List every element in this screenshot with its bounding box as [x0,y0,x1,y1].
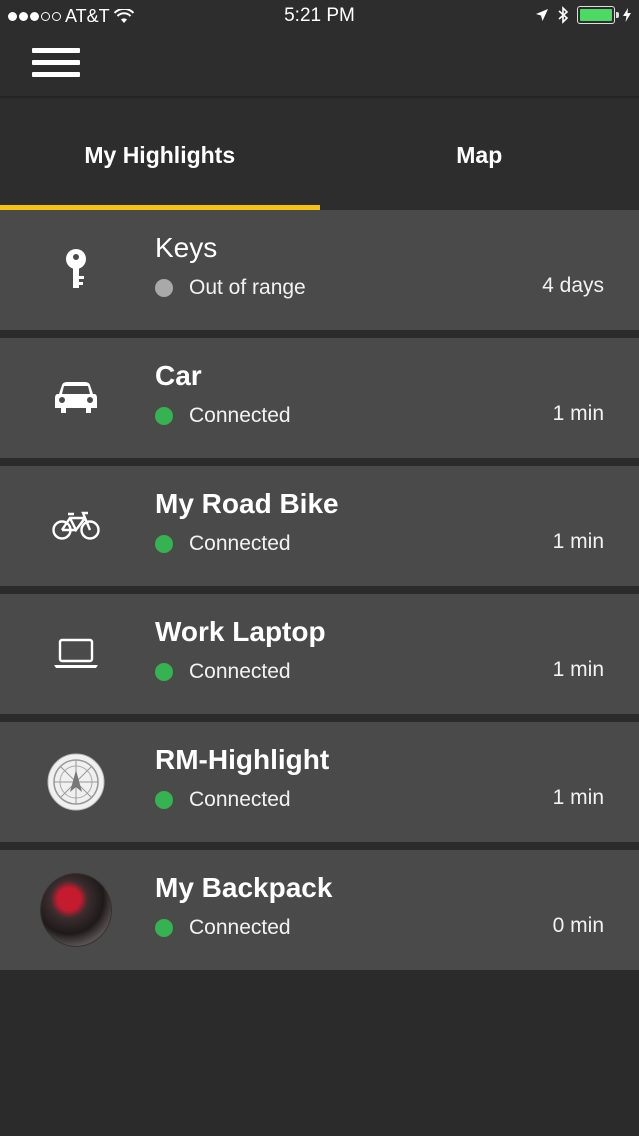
device-row-keys[interactable]: Keys Out of range 4 days [0,210,639,330]
battery-icon [577,6,619,24]
status-text: Connected [189,660,291,683]
device-list: Keys Out of range 4 days Car Connected 1… [0,210,639,978]
car-icon [40,362,112,434]
device-name: My Backpack [155,872,333,903]
location-arrow-icon [536,9,548,21]
status-indicator-dot [155,279,173,297]
device-status: Connected [155,916,291,940]
status-indicator-dot [155,791,173,809]
navigation-bar [0,32,639,98]
device-row-rm-highlight[interactable]: RM-Highlight Connected 1 min [0,722,639,842]
status-text: Connected [189,916,291,939]
status-bar: AT&T 5:21 PM [0,0,639,32]
status-text: Connected [189,404,291,427]
device-row-backpack[interactable]: My Backpack Connected 0 min [0,850,639,970]
hamburger-menu-icon[interactable] [32,48,80,80]
status-text: Connected [189,788,291,811]
status-indicator-dot [155,663,173,681]
charging-bolt-icon [623,8,631,22]
device-status: Connected [155,532,291,556]
device-status: Connected [155,660,291,684]
status-indicator-dot [155,919,173,937]
last-seen-time: 1 min [552,658,604,681]
backpack-avatar [40,873,112,947]
tab-my-highlights[interactable]: My Highlights [0,100,320,210]
bluetooth-icon [558,6,569,24]
status-text: Connected [189,532,291,555]
device-row-work-laptop[interactable]: Work Laptop Connected 1 min [0,594,639,714]
device-name: Car [155,360,202,391]
backpack-photo [40,873,112,947]
last-seen-time: 1 min [552,402,604,425]
device-name: My Road Bike [155,488,339,519]
tab-bar: My Highlights Map [0,100,639,210]
bicycle-icon [40,490,112,562]
last-seen-time: 1 min [552,786,604,809]
device-status: Connected [155,404,291,428]
status-right-icons [535,6,631,24]
last-seen-time: 4 days [542,274,604,297]
device-row-road-bike[interactable]: My Road Bike Connected 1 min [0,466,639,586]
key-icon [40,234,112,306]
laptop-icon [40,618,112,690]
device-name: Work Laptop [155,616,326,647]
device-name: RM-Highlight [155,744,330,775]
compass-badge-icon [40,746,112,818]
last-seen-time: 0 min [552,914,604,937]
device-row-car[interactable]: Car Connected 1 min [0,338,639,458]
device-status: Out of range [155,276,306,300]
device-name: Keys [155,232,218,263]
status-indicator-dot [155,535,173,553]
status-text: Out of range [189,276,306,299]
tab-map[interactable]: Map [320,100,639,210]
status-indicator-dot [155,407,173,425]
last-seen-time: 1 min [552,530,604,553]
device-status: Connected [155,788,291,812]
